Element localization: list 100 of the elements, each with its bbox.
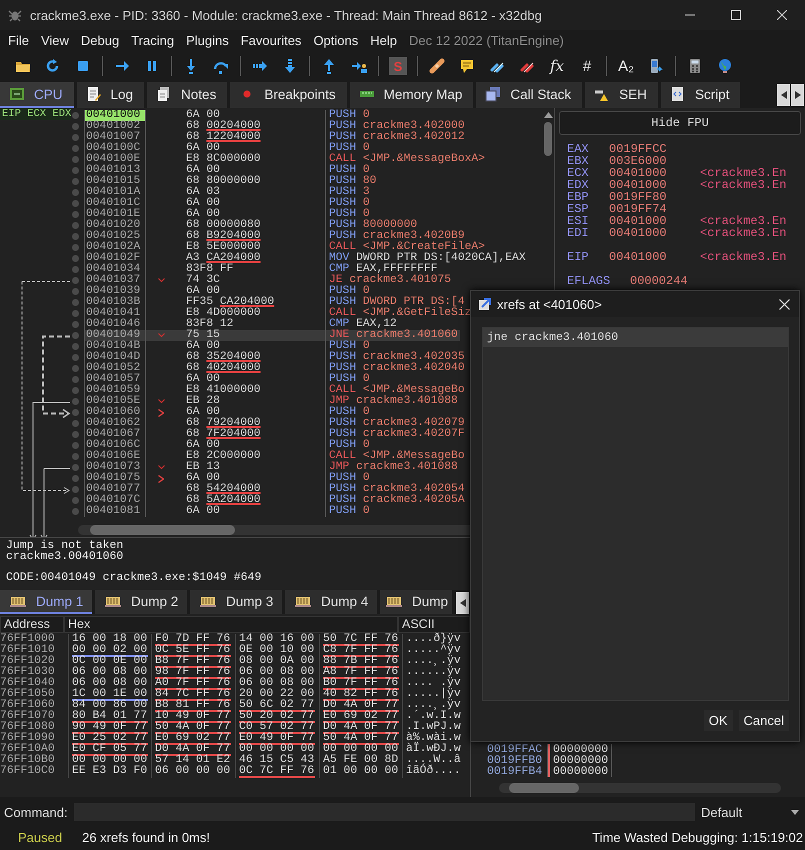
instruction-cell-text: CALL <JMP.&MessageBoxA> [328,154,486,165]
address-cell-text: 76FF1070 [0,711,56,722]
menu-item[interactable]: File [2,32,35,48]
toolbar-button[interactable]: A₂ [611,54,641,78]
register-value[interactable]: 00401000 [609,251,700,263]
hex-cell-text: 0E 00 10 00 [239,645,316,655]
instruction-cell-text: PUSH crackme3.402035 [328,352,466,363]
hide-fpu-button[interactable]: Hide FPU [559,111,801,135]
address-cell[interactable]: 00401015 [84,176,146,187]
tab[interactable]: Call Stack [476,82,582,108]
address-cell[interactable]: 00401037 [84,275,146,286]
register-value[interactable]: 00401000 [609,215,700,227]
menu-item[interactable]: Favourites [234,32,308,48]
dump-tab[interactable]: Dump 4 [285,590,377,614]
dump-tab[interactable]: Dump 2 [95,590,187,614]
address-cell[interactable]: 00401025 [84,231,146,242]
instruction-cell-text: PUSH 0 [328,506,371,517]
tab[interactable]: Memory Map [350,82,474,108]
tab[interactable]: Log [76,82,144,108]
tab[interactable]: Breakpoints [230,82,347,108]
menu-item[interactable]: Options [307,32,364,48]
address-cell[interactable]: 00401020 [84,220,146,231]
address-cell[interactable]: 00401039 [84,286,146,297]
hex-cell-text: 06 00 08 00 [239,678,316,688]
address-cell-text: 76FF10B0 [0,755,56,766]
hex-cell-text: 16 00 18 00 [72,634,148,644]
register-value[interactable]: 0019FF80 [609,191,700,203]
address-cell[interactable]: 00401002 [84,121,146,132]
register-value[interactable]: 00401000 [609,227,700,239]
dump-tab[interactable]: Dump [380,590,452,614]
tab[interactable]: Script [660,82,740,108]
dump-tab[interactable]: Dump 3 [190,590,282,614]
register-value[interactable]: 00000244 [630,275,721,287]
address-cell[interactable]: 0040102A [84,242,146,253]
address-cell[interactable]: 00401073 [84,462,146,473]
address-cell[interactable]: 00401077 [84,484,146,495]
menu-item[interactable]: Plugins [180,32,235,48]
address-cell[interactable]: 00401057 [84,374,146,385]
menu-item[interactable]: Debug [74,32,126,48]
tab[interactable]: CPU [0,82,74,108]
menu-item[interactable]: View [34,32,75,48]
bytes-cell: 68 80000000 [180,176,326,187]
tab[interactable]: Notes [147,82,228,108]
address-cell[interactable]: 00401034 [84,264,146,275]
address-cell[interactable]: 00401052 [84,363,146,374]
register-value[interactable]: 00401000 [609,179,700,191]
address-cell[interactable]: 00401000 [84,110,146,121]
address-cell[interactable]: 0040104B [84,341,146,352]
ok-button[interactable]: OK [704,710,733,731]
tab[interactable]: SEH [585,82,658,108]
instruction-cell-text: CALL <JMP.&MessageBo [328,451,466,462]
address-cell[interactable]: 0040106C [84,440,146,451]
hex-cell-text: 08 00 0A 00 [239,656,316,666]
column-header[interactable]: ASCII [398,616,470,633]
address-cell[interactable]: 0040101A [84,187,146,198]
address-cell[interactable]: 0040102F [84,253,146,264]
hex-cell-text: A5 FE 00 8D [323,755,400,765]
bytes-cell: 6A 00 [180,407,326,418]
column-header[interactable]: Hex [64,616,398,633]
dump-tab[interactable]: Dump 1 [0,590,92,614]
address-cell[interactable]: 0040101E [84,209,146,220]
address-cell[interactable]: 00401049 [84,330,146,341]
mode-dropdown[interactable]: Default [701,804,805,820]
address-cell[interactable]: 0040106E [84,451,146,462]
register-value[interactable]: 003E6000 [609,155,700,167]
address-cell[interactable]: 00401062 [84,418,146,429]
instruction-cell-text: PUSH crackme3.402000 [328,121,466,132]
address-cell[interactable]: 0040103B [84,297,146,308]
address-cell[interactable]: 00401041 [84,308,146,319]
address-cell-text: 76FF1010 [0,645,56,656]
address-cell[interactable]: 00401060 [84,407,146,418]
instruction-cell-text: CMP EAX,12 [328,319,397,330]
hex-cell-text: 50 4A 0F 77 [155,722,232,732]
address-cell[interactable]: 00401075 [84,473,146,484]
address-cell[interactable]: 00401013 [84,165,146,176]
register-value[interactable]: 00401000 [609,167,700,179]
cancel-button[interactable]: Cancel [738,710,789,731]
address-cell[interactable]: 0040101C [84,198,146,209]
hex-cell-text: 00 00 00 00 [323,744,400,754]
xref-item[interactable]: jne crackme3.401060 [483,328,788,347]
address-cell[interactable]: 00401081 [84,506,146,517]
column-header[interactable]: Address [0,616,64,633]
toolbar-button[interactable]: # [572,54,602,78]
address-cell[interactable]: 0040104D [84,352,146,363]
register-value[interactable]: 0019FF74 [609,203,700,215]
bytes-cell: A3 CA204000 [180,253,326,264]
address-cell[interactable]: 00401007 [84,132,146,143]
address-cell[interactable]: 0040100E [84,154,146,165]
address-cell[interactable]: 0040100C [84,143,146,154]
address-cell[interactable]: 0040105E [84,396,146,407]
address-cell[interactable]: 00401059 [84,385,146,396]
bytes-cell: 68 00204000 [180,121,326,132]
address-cell[interactable]: 0040107C [84,495,146,506]
register-label: EIP ECX EDX [0,108,72,120]
register-value[interactable]: 0019FFCC [609,143,700,155]
bytes-cell: 6A 00 [180,374,326,385]
address-cell[interactable]: 00401067 [84,429,146,440]
menu-item[interactable]: Tracing [125,32,180,48]
toolbar-button[interactable]: fx [542,54,572,78]
menu-item[interactable]: Help [364,32,403,48]
